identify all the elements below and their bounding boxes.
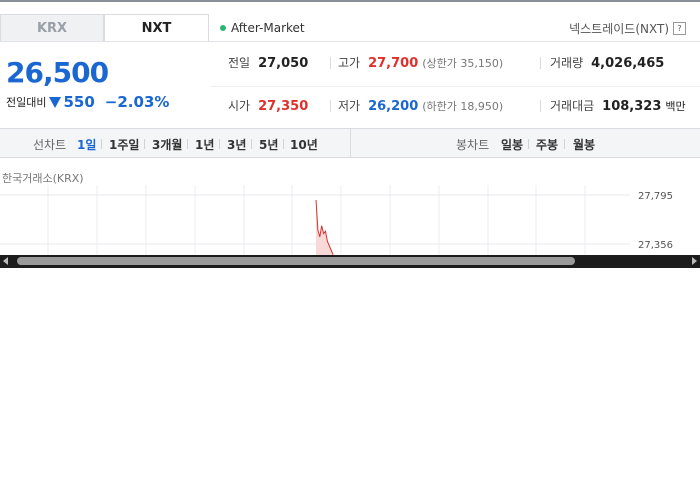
after-market-label: After-Market: [231, 21, 305, 35]
scroll-thumb[interactable]: [17, 257, 575, 265]
stat-label: 거래대금: [550, 99, 595, 113]
change-percent: −2.03%: [104, 93, 170, 111]
period-5y[interactable]: 5년: [259, 136, 278, 153]
brand-label: 넥스트레이드(NXT): [569, 22, 669, 36]
stat-label: 전일: [228, 56, 251, 70]
stat-amount: 거래대금 108,323 백만: [550, 97, 686, 114]
stat-volume: 거래량 4,026,465: [550, 54, 664, 71]
controls-divider: [350, 129, 351, 158]
top-border: [0, 0, 700, 2]
period-separator: [101, 139, 102, 149]
exchange-label: 한국거래소(KRX): [2, 172, 84, 185]
candle-daily[interactable]: 일봉: [501, 136, 523, 153]
scroll-left-arrow-icon[interactable]: [3, 257, 8, 265]
horizontal-scrollbar[interactable]: [0, 255, 700, 268]
series-area: [316, 200, 334, 255]
tab-krx[interactable]: KRX: [0, 14, 104, 41]
stat-sub: (하한가 18,950): [422, 100, 504, 113]
stat-separator: [540, 57, 541, 69]
stat-label: 거래량: [550, 56, 584, 70]
candle-chart-label: 봉차트: [456, 138, 490, 152]
help-icon[interactable]: ?: [673, 22, 686, 35]
stat-value: 27,700: [368, 56, 419, 71]
stat-value: 27,050: [258, 56, 309, 71]
y-tick-label: 27,795: [638, 191, 673, 202]
stat-low: 저가 26,200 (하한가 18,950): [338, 97, 503, 114]
stat-label: 고가: [338, 56, 361, 70]
period-separator: [564, 139, 565, 149]
stat-separator: [540, 100, 541, 112]
status-dot-icon: [220, 25, 226, 31]
after-market-status: After-Market: [220, 21, 305, 35]
change-amount: 550: [63, 93, 95, 111]
period-separator: [283, 139, 284, 149]
scroll-right-arrow-icon[interactable]: [692, 257, 697, 265]
stat-high: 고가 27,700 (상한가 35,150): [338, 54, 503, 71]
stat-open: 시가 27,350: [228, 97, 308, 114]
tab-divider: [0, 41, 700, 42]
period-separator: [187, 139, 188, 149]
price-chart: 27,795 27,356: [0, 185, 673, 255]
change-label: 전일대비: [6, 96, 47, 109]
y-tick-label: 27,356: [638, 240, 673, 251]
stat-unit: 백만: [665, 100, 686, 113]
stat-label: 저가: [338, 99, 361, 113]
chart-controls: 선차트 1일 1주일 3개월 1년 3년 5년 10년 봉차트 일봉 주봉 월봉: [0, 128, 700, 158]
current-price: 26,500: [6, 56, 109, 89]
price-change: 전일대비 550 −2.03%: [6, 93, 169, 111]
stat-label: 시가: [228, 99, 251, 113]
stat-separator: [330, 57, 331, 69]
brand-label-group: 넥스트레이드(NXT) ?: [569, 20, 686, 37]
down-triangle-icon: [49, 96, 62, 108]
stat-value: 27,350: [258, 99, 309, 114]
period-separator: [144, 139, 145, 149]
period-separator: [219, 139, 220, 149]
stats-divider: [210, 86, 700, 87]
period-1w[interactable]: 1주일: [109, 136, 139, 153]
candle-weekly[interactable]: 주봉: [536, 136, 558, 153]
line-chart-label: 선차트: [33, 138, 67, 152]
period-10y[interactable]: 10년: [290, 136, 318, 153]
tab-nxt[interactable]: NXT: [104, 14, 209, 41]
period-1y[interactable]: 1년: [195, 136, 214, 153]
stat-value: 4,026,465: [591, 56, 665, 71]
period-separator: [251, 139, 252, 149]
candle-monthly[interactable]: 월봉: [573, 136, 595, 153]
period-3y[interactable]: 3년: [227, 136, 246, 153]
stat-prev-close: 전일 27,050: [228, 54, 308, 71]
market-tabs: KRX NXT: [0, 14, 209, 42]
period-3m[interactable]: 3개월: [152, 136, 182, 153]
stat-sub: (상한가 35,150): [422, 57, 504, 70]
period-separator: [528, 139, 529, 149]
period-1d[interactable]: 1일: [77, 136, 96, 153]
stat-value: 26,200: [368, 99, 419, 114]
stat-value: 108,323: [602, 99, 662, 114]
stat-separator: [330, 100, 331, 112]
